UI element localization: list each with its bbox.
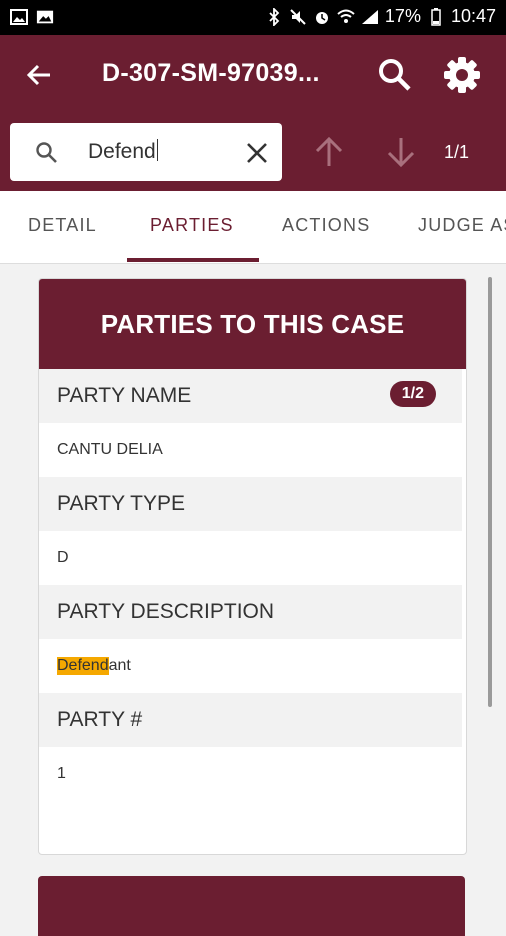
arrow-down-icon[interactable] (384, 135, 418, 169)
party-type-label: PARTY TYPE (39, 477, 462, 531)
party-name-label: PARTY NAME 1/2 (39, 369, 462, 423)
gallery-notification-icon (10, 8, 28, 26)
tab-judge-assignment[interactable]: JUDGE ASSIGNMENT (418, 215, 506, 236)
match-count: 1/1 (444, 142, 470, 162)
party-number-value: 1 (57, 765, 66, 782)
party-count-badge: 1/2 (389, 381, 436, 407)
battery-icon (427, 7, 445, 26)
tab-actions[interactable]: ACTIONS (282, 215, 370, 236)
wifi-icon (337, 8, 355, 26)
clock: 10:47 (450, 6, 496, 26)
search-icon (34, 140, 58, 164)
find-input-text[interactable]: Defend (88, 139, 158, 164)
tab-parties[interactable]: PARTIES (150, 215, 234, 236)
find-input-field[interactable]: Defend (10, 123, 282, 181)
alarm-icon (313, 8, 331, 26)
card-title: PARTIES TO THIS CASE (39, 279, 466, 369)
page-title: D-307-SM-97039... (102, 59, 320, 87)
bluetooth-icon (265, 7, 283, 26)
find-bar: Defend 1/1 (0, 115, 506, 191)
arrow-up-icon[interactable] (312, 135, 346, 169)
mute-icon (289, 8, 307, 26)
search-highlight: Defend (57, 657, 109, 675)
tab-detail[interactable]: DETAIL (28, 215, 97, 236)
tab-bar: DETAIL PARTIES ACTIONS JUDGE ASSIGNMENT (0, 191, 506, 264)
scrollbar[interactable] (488, 277, 492, 707)
gear-icon[interactable] (441, 54, 483, 96)
photo-notification-icon (36, 8, 54, 26)
back-arrow-icon[interactable] (22, 57, 58, 93)
party-name-value: CANTU DELIA (57, 441, 163, 458)
app-bar: D-307-SM-97039... (0, 35, 506, 115)
party-description-label: PARTY DESCRIPTION (39, 585, 462, 639)
next-card-header (38, 876, 465, 936)
party-description-value: Defend ant (57, 657, 131, 675)
party-number-label: PARTY # (39, 693, 462, 747)
tab-indicator (127, 258, 259, 262)
close-icon[interactable] (244, 140, 270, 166)
search-icon[interactable] (375, 55, 415, 95)
parties-card: PARTIES TO THIS CASE PARTY NAME 1/2 CANT… (38, 278, 467, 855)
status-bar: 17% 10:47 (0, 0, 506, 35)
battery-percent: 17% (384, 6, 421, 26)
party-type-value: D (57, 549, 69, 566)
signal-icon (361, 8, 379, 26)
